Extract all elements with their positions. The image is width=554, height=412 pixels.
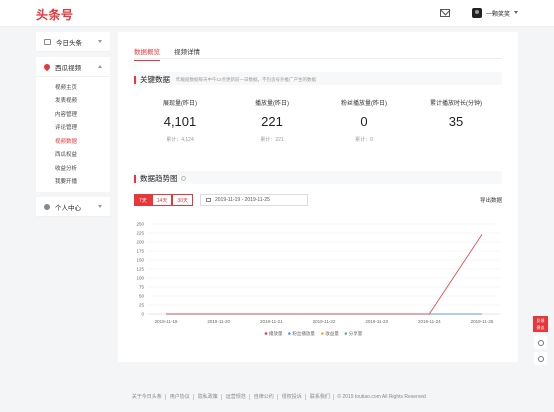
sidebar-group-personal: 个人中心 — [36, 197, 110, 217]
series-line — [166, 234, 483, 315]
question-icon — [537, 339, 544, 346]
sidebar-group-label: 个人中心 — [55, 204, 81, 212]
legend-marker — [321, 332, 324, 335]
document-icon — [44, 38, 51, 45]
mail-icon[interactable] — [440, 9, 450, 17]
y-tick-label: 0 — [141, 312, 144, 317]
y-tick-label: 75 — [139, 285, 145, 290]
y-tick-label: 50 — [139, 294, 145, 299]
footer-link[interactable]: 侵权投诉 — [278, 394, 307, 400]
feedback-label: 建议 — [536, 325, 545, 330]
legend-label: 分享量 — [349, 330, 363, 337]
x-tick-label: 2019-11-24 — [418, 319, 441, 324]
footer-link[interactable]: 用户协议 — [166, 394, 195, 400]
x-tick-label: 2019-11-19 — [155, 319, 178, 324]
footer: 关于今日头条 用户协议 隐私政策 运营规范 自律公约 侵权投诉 联系我们 © 2… — [0, 394, 554, 400]
sidebar-item-revenue-analysis[interactable]: 收益分析 — [36, 161, 110, 175]
help-button[interactable] — [534, 336, 547, 349]
x-tick-label: 2019-11-21 — [260, 319, 283, 324]
x-tick-label: 2019-11-23 — [365, 319, 388, 324]
sidebar-group-header[interactable]: 个人中心 — [36, 197, 110, 217]
legend-label: 收益量 — [325, 330, 339, 337]
logo[interactable]: 头条号 — [36, 6, 74, 23]
sidebar: 今日头条 西瓜视频 视频主页 发表视频 内容管理 评论管理 视频数据 西瓜权益 … — [36, 32, 110, 222]
user-icon — [44, 203, 50, 210]
y-tick-label: 200 — [136, 240, 144, 245]
x-tick-label: 2019-11-22 — [313, 319, 336, 324]
footer-link[interactable]: 隐私政策 — [194, 394, 223, 400]
y-tick-label: 225 — [136, 231, 144, 236]
sidebar-group-xigua: 西瓜视频 视频主页 发表视频 内容管理 评论管理 视频数据 西瓜权益 收益分析 … — [36, 57, 110, 192]
chevron-down-icon — [98, 205, 102, 208]
sidebar-group-toutiao: 今日头条 — [36, 32, 110, 52]
sidebar-item-publish-video[interactable]: 发表视频 — [36, 94, 110, 108]
y-tick-label: 100 — [136, 276, 144, 281]
sidebar-group-label: 今日头条 — [56, 39, 82, 47]
sidebar-item-content-manage[interactable]: 内容管理 — [36, 107, 110, 121]
legend-marker — [344, 332, 348, 335]
copyright: © 2019 toutiao.com All Rights Reserved — [337, 394, 426, 400]
y-tick-label: 25 — [139, 303, 145, 308]
chevron-down-icon[interactable] — [514, 11, 518, 14]
y-tick-label: 150 — [136, 258, 144, 263]
x-tick-label: 2019-11-20 — [207, 319, 230, 324]
y-tick-label: 125 — [136, 267, 144, 272]
footer-link[interactable]: 联系我们 — [306, 394, 335, 400]
username[interactable]: 一颗笑笑 — [486, 9, 510, 18]
x-tick-label: 2019-11-25 — [471, 319, 494, 324]
y-tick-label: 175 — [136, 249, 144, 254]
sidebar-item-xigua-rights[interactable]: 西瓜权益 — [36, 148, 110, 162]
xigua-icon — [42, 62, 52, 71]
legend-label: 播放量 — [269, 330, 283, 337]
refresh-button[interactable] — [534, 352, 547, 365]
footer-link[interactable]: 自律公约 — [250, 394, 279, 400]
trend-chart: 0 25 50 75 100 125 150 175 200 225 250 2019-11-19 20… — [136, 222, 500, 337]
feedback-label: 反馈 — [536, 318, 545, 323]
avatar[interactable] — [472, 8, 482, 18]
legend-label: 粉丝播放量 — [292, 330, 315, 337]
y-tick-label: 250 — [136, 222, 144, 227]
feedback-button[interactable]: 反馈 建议 — [533, 316, 548, 332]
footer-link[interactable]: 运营规范 — [222, 394, 251, 400]
sidebar-item-video-home[interactable]: 视频主页 — [36, 80, 110, 94]
chevron-up-icon — [98, 65, 102, 68]
main-panel: 数据概览 视频详情 关键数据 昨缓缆数据每天中午12点更新前一日数据，不包含号外… — [118, 32, 518, 362]
legend-marker — [264, 332, 268, 335]
sidebar-item-video-data[interactable]: 视频数据 — [36, 134, 110, 148]
sidebar-item-comment-manage[interactable]: 评论管理 — [36, 121, 110, 135]
sidebar-group-header[interactable]: 今日头条 — [36, 32, 110, 52]
footer-link[interactable]: 关于今日头条 — [128, 394, 167, 400]
legend-marker — [288, 332, 291, 335]
refresh-icon — [537, 355, 544, 362]
top-header: 头条号 一颗笑笑 — [0, 0, 554, 27]
sidebar-group-label: 西瓜视频 — [55, 64, 81, 72]
sidebar-group-header[interactable]: 西瓜视频 — [36, 57, 110, 77]
sidebar-item-go-live[interactable]: 我要开播 — [36, 175, 110, 189]
chevron-down-icon — [98, 40, 102, 43]
